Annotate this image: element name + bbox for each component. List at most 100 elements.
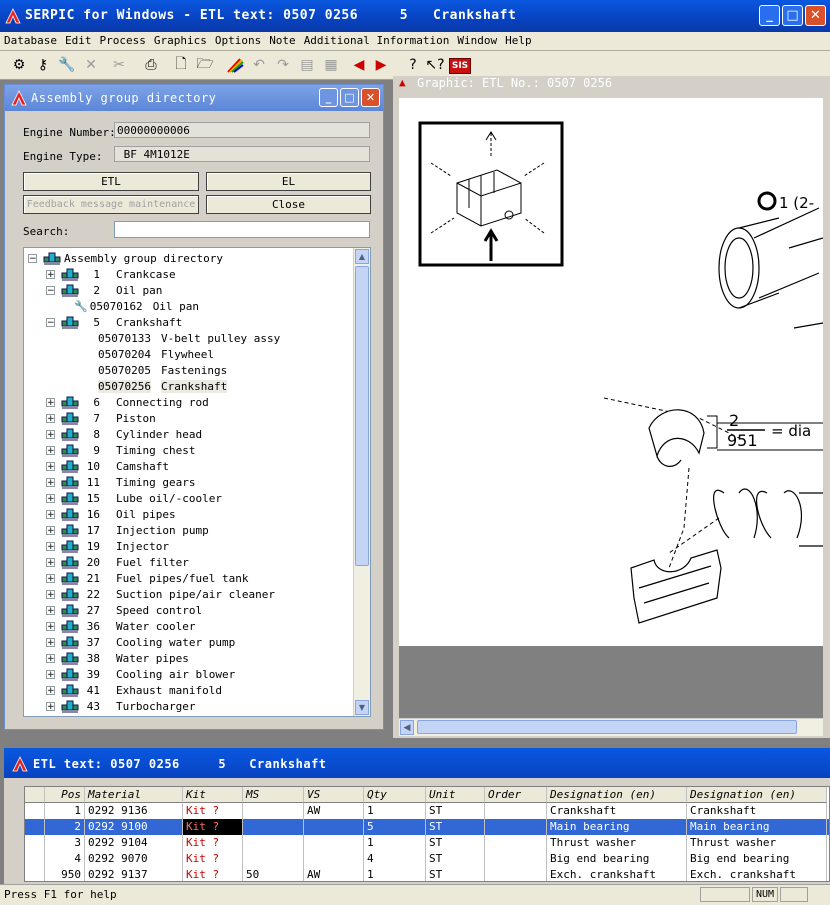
row-selector[interactable] xyxy=(25,819,45,835)
tree-group[interactable]: − 2 Oil pan xyxy=(46,282,162,298)
expand-icon[interactable]: + xyxy=(46,493,55,503)
assembly-close-button[interactable]: ✕ xyxy=(361,88,380,107)
collapse-icon[interactable]: − xyxy=(28,253,37,263)
cross-icon[interactable]: ✕ xyxy=(80,54,102,76)
scroll-thumb[interactable] xyxy=(417,720,797,734)
menu-process[interactable]: Process xyxy=(95,32,149,47)
assembly-minimize-button[interactable]: _ xyxy=(319,88,338,107)
tree-group[interactable]: +38 Water pipes xyxy=(46,650,189,666)
tree-part[interactable]: 05070133 V-belt pulley assy xyxy=(98,330,280,346)
row-selector[interactable] xyxy=(25,803,45,819)
frame-alt-icon[interactable]: ▦ xyxy=(320,54,342,76)
expand-icon[interactable]: + xyxy=(46,541,55,551)
tree-part[interactable]: 🔧 05070162 Oil pan xyxy=(74,298,199,314)
close-button[interactable]: ✕ xyxy=(805,5,826,26)
menu-database[interactable]: Database xyxy=(0,32,61,47)
menu-note[interactable]: Note xyxy=(265,32,300,47)
tree-group[interactable]: +1 Crankcase xyxy=(46,266,176,282)
tree-root[interactable]: − Assembly group directory xyxy=(28,250,223,266)
tree-group[interactable]: +27 Speed control xyxy=(46,602,202,618)
new-document-icon[interactable]: 🗋 xyxy=(170,54,192,76)
feedback-button[interactable]: Feedback message maintenance xyxy=(23,195,199,214)
tree-group[interactable]: +39 Cooling air blower xyxy=(46,666,235,682)
table-row[interactable]: 950 0292 9137 Kit ? 50 AW 1 ST Exch. crankshaft… xyxy=(25,867,829,881)
tree-group[interactable]: +36 Water cooler xyxy=(46,618,195,634)
expand-icon[interactable]: + xyxy=(46,397,55,407)
expand-icon[interactable]: + xyxy=(46,653,55,663)
column-header[interactable]: Pos xyxy=(45,787,85,803)
column-header[interactable]: MS xyxy=(243,787,304,803)
tree-group[interactable]: +15 Lube oil/-cooler xyxy=(46,490,222,506)
tree-group[interactable]: +7 Piston xyxy=(46,410,156,426)
table-row[interactable]: 2 0292 9100 Kit ? 5 ST Main bearing Main beari… xyxy=(25,819,829,835)
tree-group[interactable]: +20 Fuel filter xyxy=(46,554,189,570)
column-header[interactable]: Material xyxy=(85,787,183,803)
tree-group[interactable]: +19 Injector xyxy=(46,538,169,554)
column-header[interactable]: Order xyxy=(485,787,547,803)
tree-group[interactable]: +21 Fuel pipes/fuel tank xyxy=(46,570,248,586)
tree-group[interactable]: +11 Timing gears xyxy=(46,474,195,490)
graphic-horizontal-scrollbar[interactable]: ◀ xyxy=(399,718,823,736)
menu-help[interactable]: Help xyxy=(501,32,536,47)
column-header[interactable]: Unit xyxy=(426,787,485,803)
tree-group[interactable]: +17 Injection pump xyxy=(46,522,209,538)
open-folder-icon[interactable]: 🗁 xyxy=(194,54,216,76)
column-header[interactable]: Designation (en) xyxy=(687,787,827,803)
expand-icon[interactable]: + xyxy=(46,605,55,615)
search-input[interactable] xyxy=(114,221,370,238)
row-selector[interactable] xyxy=(25,835,45,851)
help-icon[interactable]: ? xyxy=(402,54,424,76)
expand-icon[interactable]: + xyxy=(46,573,55,583)
assembly-maximize-button[interactable]: □ xyxy=(340,88,359,107)
collapse-icon[interactable]: − xyxy=(46,285,55,295)
expand-icon[interactable]: + xyxy=(46,589,55,599)
scroll-up-icon[interactable]: ▲ xyxy=(355,249,369,264)
expand-icon[interactable]: + xyxy=(46,669,55,679)
arrow-right-icon[interactable]: ▶ xyxy=(370,54,392,76)
column-header[interactable]: Designation (en) xyxy=(547,787,687,803)
column-header[interactable]: Qty xyxy=(364,787,426,803)
redo-icon[interactable]: ↷ xyxy=(272,54,294,76)
minimize-button[interactable]: _ xyxy=(759,5,780,26)
tree-vertical-scrollbar[interactable]: ▲ ▼ xyxy=(353,248,370,716)
engine-icon[interactable]: ⚙ xyxy=(8,54,30,76)
expand-icon[interactable]: + xyxy=(46,509,55,519)
expand-icon[interactable]: + xyxy=(46,269,55,279)
collapse-icon[interactable]: − xyxy=(46,317,55,327)
column-header[interactable]: Kit xyxy=(183,787,243,803)
el-button[interactable]: EL xyxy=(206,172,371,191)
tree-group[interactable]: +9 Timing chest xyxy=(46,442,195,458)
row-selector[interactable] xyxy=(25,851,45,867)
tree-group[interactable]: +41 Exhaust manifold xyxy=(46,682,222,698)
menu-edit[interactable]: Edit xyxy=(61,32,96,47)
tree-group[interactable]: − 5 Crankshaft xyxy=(46,314,182,330)
tree-group[interactable]: +8 Cylinder head xyxy=(46,426,202,442)
tree-group[interactable]: +37 Cooling water pump xyxy=(46,634,235,650)
column-header[interactable]: VS xyxy=(304,787,364,803)
expand-icon[interactable]: + xyxy=(46,429,55,439)
key-icon[interactable]: ⚷ xyxy=(32,54,54,76)
tree-group[interactable]: +6 Connecting rod xyxy=(46,394,209,410)
sis-icon[interactable]: SIS xyxy=(449,58,471,74)
tree-group[interactable]: +22 Suction pipe/air cleaner xyxy=(46,586,275,602)
expand-icon[interactable]: + xyxy=(46,477,55,487)
wrench-icon[interactable]: 🔧 xyxy=(56,54,78,76)
table-row[interactable]: 3 0292 9104 Kit ? 1 ST Thrust washer Thrust wa… xyxy=(25,835,829,851)
expand-icon[interactable]: + xyxy=(46,445,55,455)
print-icon[interactable]: ⎙ xyxy=(140,54,162,76)
tree-scroll-thumb[interactable] xyxy=(355,266,369,566)
tree-part[interactable]: 05070256 Crankshaft xyxy=(98,378,228,394)
expand-icon[interactable]: + xyxy=(46,525,55,535)
expand-icon[interactable]: + xyxy=(46,621,55,631)
tree-group[interactable]: +43 Turbocharger xyxy=(46,698,195,714)
menu-graphics[interactable]: Graphics xyxy=(150,32,211,47)
assembly-close-dialog-button[interactable]: Close xyxy=(206,195,371,214)
table-row[interactable]: 4 0292 9070 Kit ? 4 ST Big end bearing Big end… xyxy=(25,851,829,867)
cut-icon[interactable]: ✂ xyxy=(108,54,130,76)
scroll-left-icon[interactable]: ◀ xyxy=(400,720,414,735)
expand-icon[interactable]: + xyxy=(46,637,55,647)
rainbow-icon[interactable] xyxy=(224,54,246,76)
graphic-canvas[interactable]: 1 (2- 2 951 = dia xyxy=(399,98,824,646)
scroll-down-icon[interactable]: ▼ xyxy=(355,700,369,715)
undo-icon[interactable]: ↶ xyxy=(248,54,270,76)
